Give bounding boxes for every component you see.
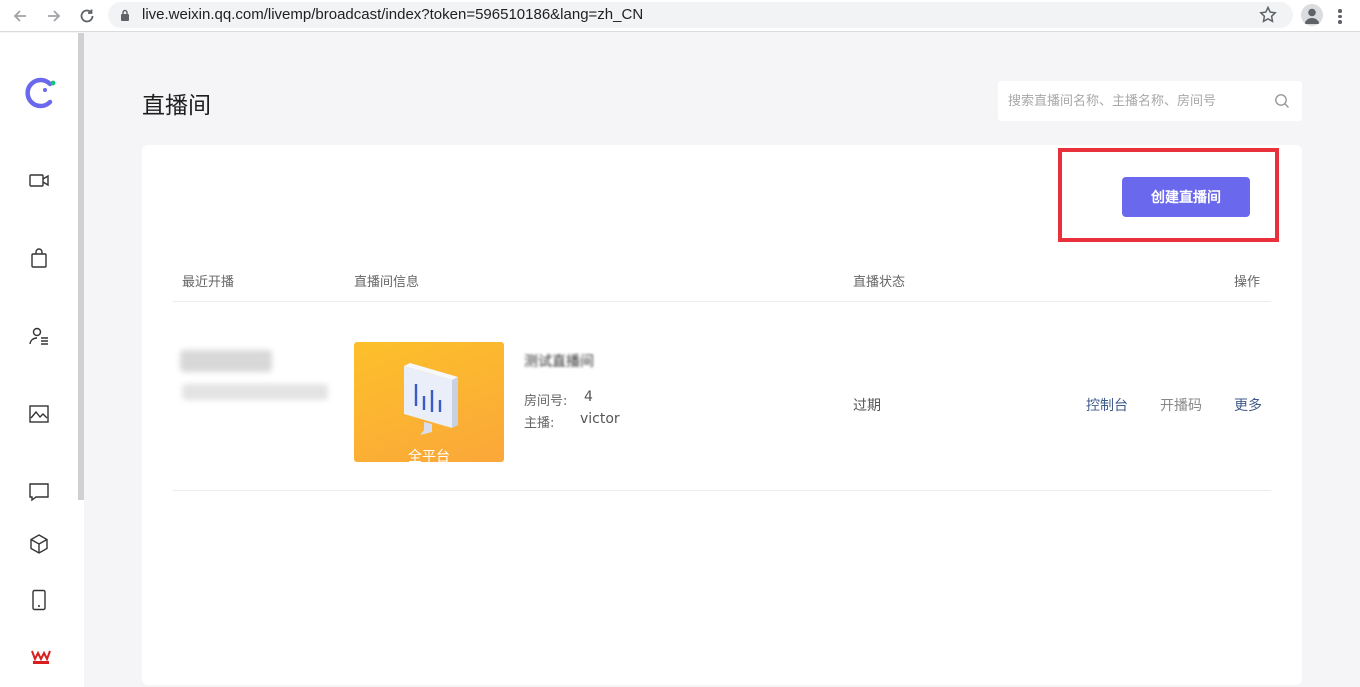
browser-menu-button[interactable]: [1330, 6, 1350, 26]
column-header-recent: 最近开播: [182, 275, 235, 290]
column-header-actions: 操作: [1234, 275, 1261, 290]
search-icon[interactable]: [1274, 93, 1290, 109]
reload-button[interactable]: [75, 4, 99, 28]
monitor-icon: [404, 363, 458, 435]
image-icon[interactable]: [28, 403, 50, 425]
create-live-room-button[interactable]: 创建直播间: [1122, 177, 1250, 217]
host-value: victor: [580, 411, 620, 427]
search-input[interactable]: [998, 81, 1268, 121]
brand-icon[interactable]: [30, 645, 52, 667]
sidebar-scrollbar[interactable]: [78, 33, 84, 500]
column-header-info: 直播间信息: [354, 275, 420, 290]
page-title: 直播间: [142, 93, 211, 119]
search-box: [998, 81, 1302, 121]
more-link[interactable]: 更多: [1234, 395, 1262, 415]
message-icon[interactable]: [28, 481, 50, 503]
room-name: 测试直播间: [524, 354, 594, 370]
room-number-value: 4: [584, 389, 593, 405]
arrow-left-icon: [13, 10, 26, 22]
arrow-right-icon: [48, 10, 61, 22]
back-button[interactable]: [8, 4, 32, 28]
redacted-time: [182, 384, 328, 400]
column-header-status: 直播状态: [853, 275, 906, 290]
forward-button[interactable]: [42, 4, 66, 28]
phone-icon[interactable]: [28, 589, 50, 611]
profile-avatar[interactable]: [1301, 4, 1323, 26]
url-text: live.weixin.qq.com/livemp/broadcast/inde…: [142, 6, 644, 23]
host-label: 主播:: [524, 416, 555, 431]
video-icon[interactable]: [28, 169, 50, 191]
redacted-date: [180, 350, 272, 372]
row-divider: [173, 490, 1271, 491]
bookmark-star-icon[interactable]: [1258, 5, 1278, 25]
console-link[interactable]: 控制台: [1086, 395, 1128, 415]
lock-icon: [121, 9, 129, 21]
reload-icon: [80, 9, 94, 23]
room-number-label: 房间号:: [524, 394, 568, 409]
person-icon: [1304, 8, 1320, 24]
cube-icon[interactable]: [28, 533, 50, 555]
status-text: 过期: [853, 398, 881, 414]
header-divider: [173, 301, 1271, 302]
shopping-bag-icon[interactable]: [28, 247, 50, 269]
stream-code-link[interactable]: 开播码: [1160, 395, 1202, 415]
sidebar: [0, 33, 84, 687]
address-bar[interactable]: live.weixin.qq.com/livemp/broadcast/inde…: [108, 2, 1293, 28]
user-list-icon[interactable]: [28, 325, 50, 347]
thumbnail-platform-label: 全平台: [408, 449, 450, 462]
browser-toolbar: live.weixin.qq.com/livemp/broadcast/inde…: [0, 0, 1360, 32]
logo-icon[interactable]: [23, 73, 59, 113]
room-cover-thumbnail[interactable]: 全平台: [354, 342, 504, 462]
